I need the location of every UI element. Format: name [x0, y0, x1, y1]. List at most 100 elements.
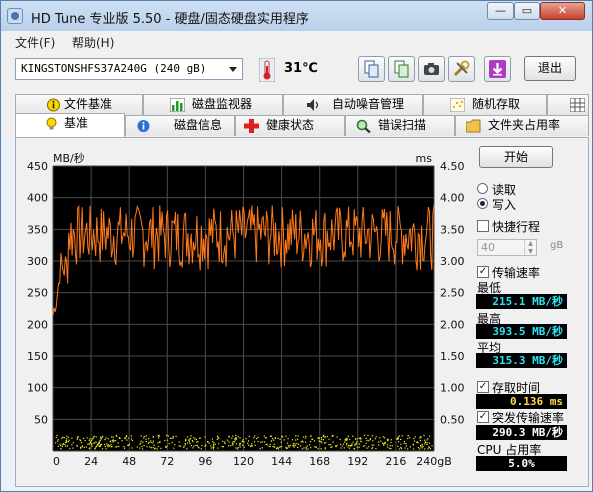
write-radio[interactable]	[477, 198, 488, 209]
transfer-rate-checkbox[interactable]: ✓	[477, 266, 489, 278]
access-time-point	[278, 446, 280, 448]
access-time-point	[171, 437, 173, 439]
access-time-point	[115, 446, 117, 448]
access-time-point	[111, 436, 113, 438]
access-time-point	[157, 442, 159, 444]
access-time-point	[93, 442, 96, 444]
access-time-point	[231, 442, 234, 444]
access-time-point	[160, 447, 162, 449]
access-time-point	[91, 444, 93, 446]
maximize-button[interactable]: ▭	[514, 2, 540, 20]
access-time-point	[320, 448, 322, 450]
access-time-point	[251, 445, 253, 447]
access-time-point	[269, 443, 271, 445]
access-time-point	[107, 446, 109, 448]
access-time-point	[142, 441, 144, 443]
access-time-point	[414, 436, 416, 438]
access-time-point	[349, 447, 351, 449]
access-time-point	[145, 440, 147, 443]
access-time-point	[279, 438, 281, 440]
access-time-point	[400, 438, 402, 440]
x-tick-label: 24	[84, 455, 98, 468]
access-time-point	[242, 444, 244, 446]
access-time-checkbox[interactable]: ✓	[477, 381, 489, 393]
access-time-point	[295, 435, 297, 437]
spin-up-icon[interactable]: ▲	[524, 240, 536, 247]
access-time-point	[200, 448, 202, 450]
access-time-point	[273, 443, 275, 445]
tab-folder-usage[interactable]: 文件夹占用率	[455, 115, 589, 136]
access-time-point	[199, 437, 201, 439]
access-time-point	[173, 447, 175, 449]
access-time-point	[62, 436, 64, 438]
start-button[interactable]: 开始	[479, 146, 553, 168]
access-time-point	[398, 435, 401, 437]
access-time-point	[420, 445, 422, 447]
access-time-point	[247, 442, 249, 444]
access-time-point	[57, 439, 59, 441]
access-time-point	[280, 441, 282, 443]
access-time-point	[192, 447, 194, 449]
y-left-tick-label: 400	[27, 192, 48, 205]
access-time-point	[188, 439, 190, 441]
access-time-point	[183, 447, 185, 449]
spin-down-icon[interactable]: ▼	[524, 248, 536, 255]
access-time-point	[356, 440, 358, 443]
access-time-point	[187, 442, 189, 444]
access-time-point	[270, 440, 272, 442]
access-time-point	[86, 437, 88, 439]
access-time-point	[141, 446, 143, 448]
access-time-point	[257, 440, 259, 443]
x-tick-label: 144	[271, 455, 292, 468]
short-stroke-input[interactable]: 40 ▲ ▼	[477, 239, 537, 256]
tab-benchmark[interactable]: 基准	[15, 113, 125, 137]
access-time-point	[397, 436, 399, 438]
access-time-point	[307, 448, 309, 450]
access-time-point	[167, 439, 169, 441]
access-time-point	[190, 435, 192, 437]
access-time-point	[239, 446, 241, 448]
x-tick-label: 96	[198, 455, 212, 468]
access-time-point	[117, 442, 119, 444]
y-left-tick-label: 100	[27, 382, 48, 395]
access-time-point	[118, 437, 120, 439]
burst-rate-checkbox[interactable]: ✓	[477, 411, 489, 423]
exit-button[interactable]: 退出	[524, 56, 576, 81]
minimize-button[interactable]: —	[487, 2, 514, 20]
cpu-value: 5.0%	[476, 456, 567, 471]
access-time-point	[424, 443, 426, 445]
access-time-point	[350, 444, 352, 447]
access-time-point	[296, 442, 298, 445]
tab-extra[interactable]	[547, 94, 589, 115]
access-time-point	[183, 445, 185, 447]
access-time-point	[116, 435, 118, 437]
access-time-point	[139, 447, 141, 449]
access-time-point	[196, 444, 198, 447]
y-right-tick-label: 1.50	[440, 350, 465, 363]
save-button[interactable]	[484, 56, 511, 82]
access-time-point	[322, 439, 325, 441]
access-time-point	[427, 448, 429, 450]
y-left-tick-label: 450	[27, 160, 48, 173]
access-time-point	[424, 439, 426, 441]
access-time-point	[104, 443, 106, 446]
short-stroke-checkbox[interactable]	[477, 220, 489, 232]
access-time-point	[126, 439, 128, 441]
write-label: 写入	[492, 198, 517, 212]
access-time-point	[107, 438, 109, 440]
access-time-point	[125, 435, 128, 437]
access-time-point	[98, 442, 100, 444]
access-time-point	[169, 437, 172, 439]
access-time-point	[358, 446, 360, 448]
access-time-point	[218, 437, 220, 439]
read-radio[interactable]	[477, 183, 488, 194]
access-time-point	[427, 438, 429, 440]
access-time-point	[396, 438, 399, 440]
access-time-point	[248, 435, 250, 438]
close-button[interactable]: ✕	[540, 2, 585, 20]
min-value: 215.1 MB/秒	[476, 294, 567, 309]
access-time-point	[168, 443, 170, 445]
access-time-point	[127, 444, 129, 446]
access-time-point	[88, 439, 90, 441]
access-time-point	[341, 445, 343, 447]
